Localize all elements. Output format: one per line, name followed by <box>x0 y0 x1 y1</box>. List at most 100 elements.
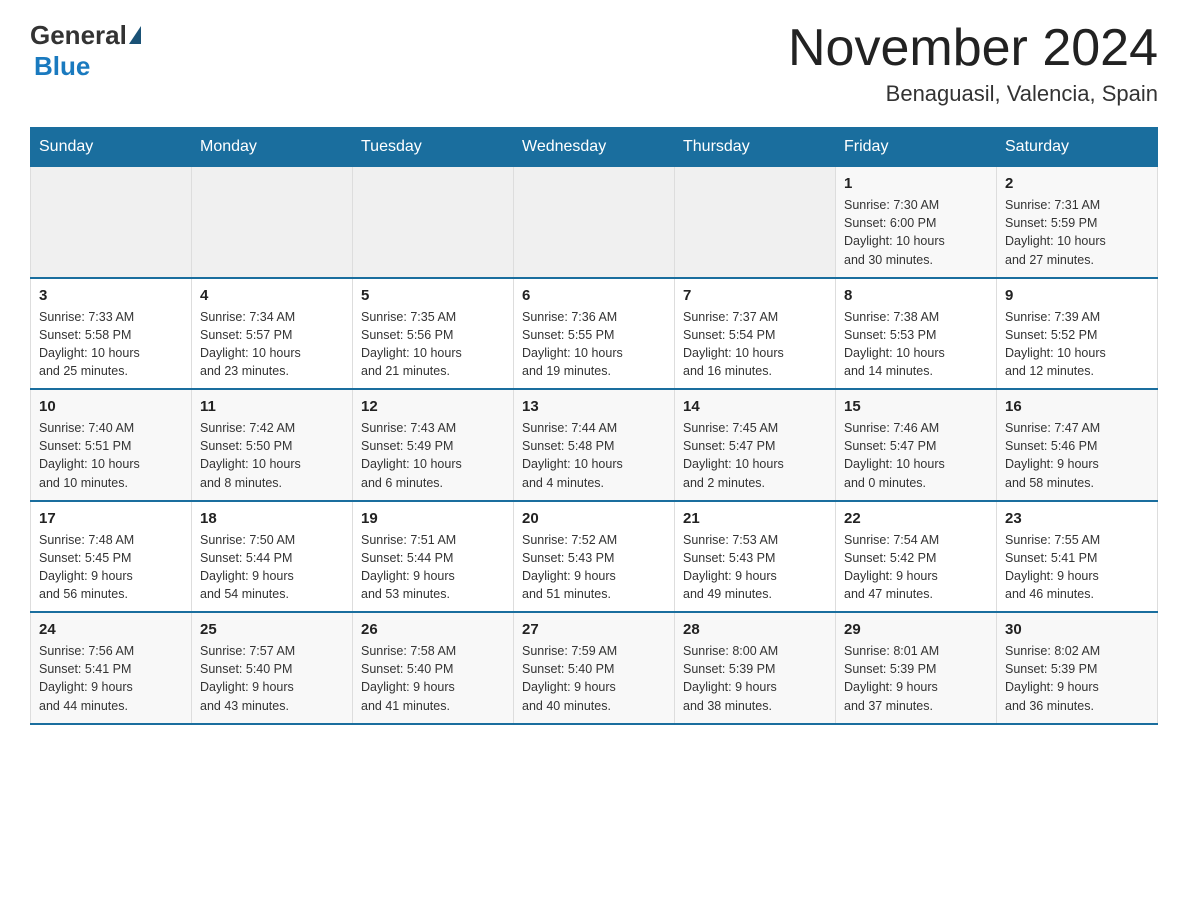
day-sun-info: Sunrise: 7:40 AM Sunset: 5:51 PM Dayligh… <box>39 419 183 492</box>
day-sun-info: Sunrise: 8:02 AM Sunset: 5:39 PM Dayligh… <box>1005 642 1149 715</box>
day-number: 14 <box>683 398 827 415</box>
calendar-week-row: 24 Sunrise: 7:56 AM Sunset: 5:41 PM Dayli… <box>31 612 1158 724</box>
day-sun-info: Sunrise: 7:42 AM Sunset: 5:50 PM Dayligh… <box>200 419 344 492</box>
calendar-cell: 22 Sunrise: 7:54 AM Sunset: 5:42 PM Dayli… <box>836 501 997 613</box>
weekday-header-tuesday: Tuesday <box>353 128 514 167</box>
calendar-cell: 27 Sunrise: 7:59 AM Sunset: 5:40 PM Dayli… <box>514 612 675 724</box>
day-number: 12 <box>361 398 505 415</box>
calendar-week-row: 1Sunrise: 7:30 AM Sunset: 6:00 PM Daylig… <box>31 167 1158 278</box>
day-number: 25 <box>200 621 344 638</box>
calendar-cell: 17Sunrise: 7:48 AM Sunset: 5:45 PM Dayli… <box>31 501 192 613</box>
day-number: 28 <box>683 621 827 638</box>
calendar-cell: 20 Sunrise: 7:52 AM Sunset: 5:43 PM Dayli… <box>514 501 675 613</box>
day-number: 6 <box>522 287 666 304</box>
day-sun-info: Sunrise: 7:47 AM Sunset: 5:46 PM Dayligh… <box>1005 419 1149 492</box>
calendar-cell: 7 Sunrise: 7:37 AM Sunset: 5:54 PM Daylig… <box>675 278 836 390</box>
calendar-cell <box>31 167 192 278</box>
calendar-cell: 24 Sunrise: 7:56 AM Sunset: 5:41 PM Dayli… <box>31 612 192 724</box>
day-number: 26 <box>361 621 505 638</box>
calendar-cell: 25 Sunrise: 7:57 AM Sunset: 5:40 PM Dayli… <box>192 612 353 724</box>
weekday-header-monday: Monday <box>192 128 353 167</box>
day-number: 20 <box>522 510 666 527</box>
calendar-cell: 8Sunrise: 7:38 AM Sunset: 5:53 PM Daylig… <box>836 278 997 390</box>
logo-general-text: General <box>30 20 127 51</box>
calendar-cell <box>192 167 353 278</box>
day-sun-info: Sunrise: 7:43 AM Sunset: 5:49 PM Dayligh… <box>361 419 505 492</box>
day-number: 7 <box>683 287 827 304</box>
day-number: 17 <box>39 510 183 527</box>
day-number: 27 <box>522 621 666 638</box>
day-sun-info: Sunrise: 7:56 AM Sunset: 5:41 PM Dayligh… <box>39 642 183 715</box>
day-sun-info: Sunrise: 8:01 AM Sunset: 5:39 PM Dayligh… <box>844 642 988 715</box>
day-sun-info: Sunrise: 7:31 AM Sunset: 5:59 PM Dayligh… <box>1005 196 1149 269</box>
day-sun-info: Sunrise: 7:33 AM Sunset: 5:58 PM Dayligh… <box>39 308 183 381</box>
calendar-cell: 1Sunrise: 7:30 AM Sunset: 6:00 PM Daylig… <box>836 167 997 278</box>
calendar-cell: 10 Sunrise: 7:40 AM Sunset: 5:51 PM Dayli… <box>31 389 192 501</box>
calendar-cell: 16 Sunrise: 7:47 AM Sunset: 5:46 PM Dayli… <box>997 389 1158 501</box>
calendar-cell: 18Sunrise: 7:50 AM Sunset: 5:44 PM Dayli… <box>192 501 353 613</box>
title-area: November 2024 Benaguasil, Valencia, Spai… <box>788 20 1158 107</box>
day-number: 13 <box>522 398 666 415</box>
calendar-cell: 19Sunrise: 7:51 AM Sunset: 5:44 PM Dayli… <box>353 501 514 613</box>
calendar-cell: 3 Sunrise: 7:33 AM Sunset: 5:58 PM Daylig… <box>31 278 192 390</box>
day-sun-info: Sunrise: 7:44 AM Sunset: 5:48 PM Dayligh… <box>522 419 666 492</box>
calendar-cell: 21 Sunrise: 7:53 AM Sunset: 5:43 PM Dayli… <box>675 501 836 613</box>
day-number: 24 <box>39 621 183 638</box>
calendar-cell: 6 Sunrise: 7:36 AM Sunset: 5:55 PM Daylig… <box>514 278 675 390</box>
day-sun-info: Sunrise: 7:59 AM Sunset: 5:40 PM Dayligh… <box>522 642 666 715</box>
calendar-week-row: 17Sunrise: 7:48 AM Sunset: 5:45 PM Dayli… <box>31 501 1158 613</box>
day-number: 23 <box>1005 510 1149 527</box>
calendar-cell: 26 Sunrise: 7:58 AM Sunset: 5:40 PM Dayli… <box>353 612 514 724</box>
logo-triangle-icon <box>129 26 141 44</box>
weekday-header-row: SundayMondayTuesdayWednesdayThursdayFrid… <box>31 128 1158 167</box>
calendar-cell: 4Sunrise: 7:34 AM Sunset: 5:57 PM Daylig… <box>192 278 353 390</box>
calendar-cell: 11Sunrise: 7:42 AM Sunset: 5:50 PM Dayli… <box>192 389 353 501</box>
weekday-header-sunday: Sunday <box>31 128 192 167</box>
weekday-header-friday: Friday <box>836 128 997 167</box>
calendar-cell: 2 Sunrise: 7:31 AM Sunset: 5:59 PM Daylig… <box>997 167 1158 278</box>
calendar-cell <box>514 167 675 278</box>
calendar-cell: 12 Sunrise: 7:43 AM Sunset: 5:49 PM Dayli… <box>353 389 514 501</box>
day-sun-info: Sunrise: 7:53 AM Sunset: 5:43 PM Dayligh… <box>683 531 827 604</box>
day-number: 5 <box>361 287 505 304</box>
day-number: 19 <box>361 510 505 527</box>
day-number: 16 <box>1005 398 1149 415</box>
logo-blue-text: Blue <box>34 51 90 82</box>
day-sun-info: Sunrise: 8:00 AM Sunset: 5:39 PM Dayligh… <box>683 642 827 715</box>
day-number: 10 <box>39 398 183 415</box>
day-number: 3 <box>39 287 183 304</box>
day-sun-info: Sunrise: 7:35 AM Sunset: 5:56 PM Dayligh… <box>361 308 505 381</box>
day-number: 21 <box>683 510 827 527</box>
calendar-cell <box>675 167 836 278</box>
calendar-cell: 5 Sunrise: 7:35 AM Sunset: 5:56 PM Daylig… <box>353 278 514 390</box>
day-number: 29 <box>844 621 988 638</box>
day-sun-info: Sunrise: 7:37 AM Sunset: 5:54 PM Dayligh… <box>683 308 827 381</box>
calendar-cell: 14 Sunrise: 7:45 AM Sunset: 5:47 PM Dayli… <box>675 389 836 501</box>
day-sun-info: Sunrise: 7:46 AM Sunset: 5:47 PM Dayligh… <box>844 419 988 492</box>
day-number: 15 <box>844 398 988 415</box>
calendar-cell: 30Sunrise: 8:02 AM Sunset: 5:39 PM Dayli… <box>997 612 1158 724</box>
calendar-table: SundayMondayTuesdayWednesdayThursdayFrid… <box>30 127 1158 725</box>
day-sun-info: Sunrise: 7:45 AM Sunset: 5:47 PM Dayligh… <box>683 419 827 492</box>
day-sun-info: Sunrise: 7:58 AM Sunset: 5:40 PM Dayligh… <box>361 642 505 715</box>
month-year-title: November 2024 <box>788 20 1158 77</box>
calendar-week-row: 10 Sunrise: 7:40 AM Sunset: 5:51 PM Dayli… <box>31 389 1158 501</box>
calendar-week-row: 3 Sunrise: 7:33 AM Sunset: 5:58 PM Daylig… <box>31 278 1158 390</box>
calendar-cell: 9Sunrise: 7:39 AM Sunset: 5:52 PM Daylig… <box>997 278 1158 390</box>
day-sun-info: Sunrise: 7:39 AM Sunset: 5:52 PM Dayligh… <box>1005 308 1149 381</box>
calendar-cell <box>353 167 514 278</box>
day-sun-info: Sunrise: 7:30 AM Sunset: 6:00 PM Dayligh… <box>844 196 988 269</box>
weekday-header-wednesday: Wednesday <box>514 128 675 167</box>
day-sun-info: Sunrise: 7:52 AM Sunset: 5:43 PM Dayligh… <box>522 531 666 604</box>
logo: General Blue <box>30 20 141 82</box>
day-sun-info: Sunrise: 7:54 AM Sunset: 5:42 PM Dayligh… <box>844 531 988 604</box>
day-number: 2 <box>1005 175 1149 192</box>
day-sun-info: Sunrise: 7:36 AM Sunset: 5:55 PM Dayligh… <box>522 308 666 381</box>
weekday-header-saturday: Saturday <box>997 128 1158 167</box>
calendar-header: SundayMondayTuesdayWednesdayThursdayFrid… <box>31 128 1158 167</box>
calendar-cell: 13 Sunrise: 7:44 AM Sunset: 5:48 PM Dayli… <box>514 389 675 501</box>
calendar-cell: 15 Sunrise: 7:46 AM Sunset: 5:47 PM Dayli… <box>836 389 997 501</box>
calendar-body: 1Sunrise: 7:30 AM Sunset: 6:00 PM Daylig… <box>31 167 1158 724</box>
day-sun-info: Sunrise: 7:57 AM Sunset: 5:40 PM Dayligh… <box>200 642 344 715</box>
day-number: 22 <box>844 510 988 527</box>
